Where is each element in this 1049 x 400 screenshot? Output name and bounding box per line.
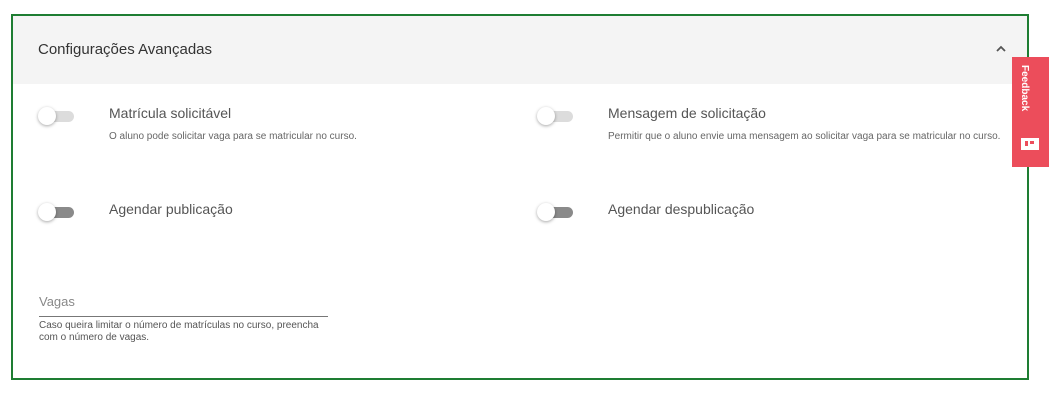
- matricula-solicitavel-toggle[interactable]: [38, 105, 74, 125]
- agendar-publicacao-title: Agendar publicação: [109, 201, 233, 217]
- matricula-solicitavel-description: O aluno pode solicitar vaga para se matr…: [109, 131, 357, 142]
- toggle-thumb: [38, 107, 56, 125]
- agendar-publicacao-toggle[interactable]: [38, 201, 74, 221]
- vagas-help-text: Caso queira limitar o número de matrícul…: [39, 320, 319, 343]
- toggle-thumb: [38, 203, 56, 221]
- chevron-up-icon[interactable]: [996, 44, 1006, 54]
- toggle-thumb: [537, 107, 555, 125]
- vagas-input[interactable]: Vagas: [39, 292, 328, 317]
- panel-header[interactable]: Configurações Avançadas: [13, 16, 1027, 84]
- mensagem-solicitacao-title: Mensagem de solicitação: [608, 105, 766, 121]
- advanced-settings-panel: Configurações Avançadas Matrícula solici…: [11, 14, 1029, 380]
- agendar-despublicacao-toggle[interactable]: [537, 201, 573, 221]
- vagas-label: Vagas: [39, 294, 75, 309]
- matricula-solicitavel-title: Matrícula solicitável: [109, 105, 232, 121]
- feedback-tab[interactable]: Feedback: [1012, 57, 1049, 167]
- toggle-thumb: [537, 203, 555, 221]
- panel-title: Configurações Avançadas: [38, 41, 213, 58]
- mensagem-solicitacao-description: Permitir que o aluno envie uma mensagem …: [608, 131, 1001, 142]
- agendar-despublicacao-title: Agendar despublicação: [608, 201, 755, 217]
- feedback-label: Feedback: [1019, 65, 1030, 112]
- mensagem-solicitacao-toggle[interactable]: [537, 105, 573, 125]
- feedback-icon: [1021, 138, 1039, 150]
